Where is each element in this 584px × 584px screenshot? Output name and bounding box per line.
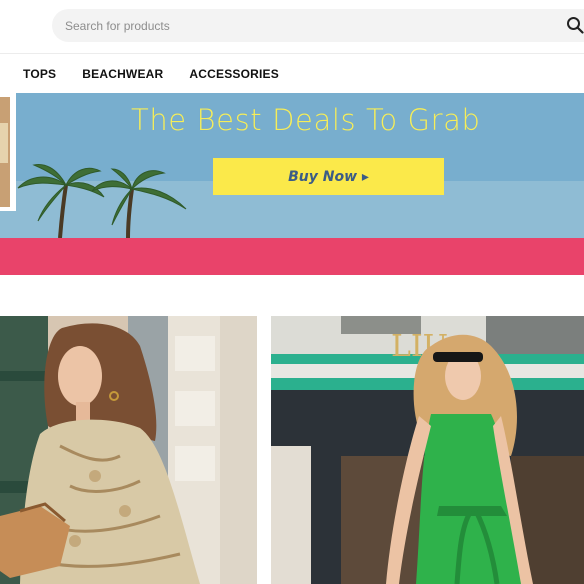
woman-in-paisley-dress-photo (0, 316, 257, 584)
search-bar[interactable] (52, 9, 584, 42)
search-icon[interactable] (566, 16, 584, 34)
product-card[interactable]: LIU (271, 316, 584, 584)
top-header (0, 0, 584, 54)
hero-title: The Best Deals To Grab (131, 103, 481, 137)
buy-now-button[interactable]: Buy Now ▸ (213, 158, 444, 195)
product-card[interactable] (0, 316, 257, 584)
search-input[interactable] (65, 18, 584, 33)
hero-accent-band (0, 238, 584, 275)
nav-item-tops[interactable]: TOPS (23, 67, 56, 81)
nav-item-beachwear[interactable]: BEACHWEAR (82, 67, 163, 81)
nav-item-accessories[interactable]: ACCESSORIES (189, 67, 279, 81)
woman-in-green-dress-photo: LIU (271, 316, 584, 584)
category-nav: TOPS BEACHWEAR ACCESSORIES (0, 55, 584, 93)
